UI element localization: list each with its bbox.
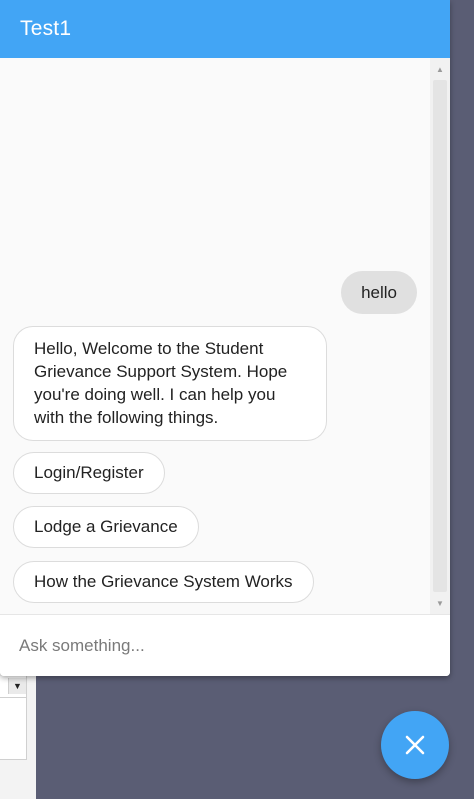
chat-scrollbar[interactable]: ▲ ▼ — [430, 58, 450, 614]
dropdown-arrow-icon[interactable]: ▼ — [8, 678, 26, 694]
close-chat-button[interactable] — [381, 711, 449, 779]
quick-reply-how-system-works[interactable]: How the Grievance System Works — [13, 561, 314, 603]
quick-reply-login-register[interactable]: Login/Register — [13, 452, 165, 494]
chat-input[interactable] — [0, 615, 450, 676]
scroll-down-arrow-icon[interactable]: ▼ — [430, 594, 450, 612]
chat-messages: hello Hello, Welcome to the Student Grie… — [0, 58, 450, 614]
close-icon — [405, 735, 425, 755]
scroll-up-arrow-icon[interactable]: ▲ — [430, 60, 450, 78]
user-message: hello — [341, 271, 417, 314]
chat-header: Test1 — [0, 0, 450, 58]
scrollbar-thumb[interactable] — [433, 80, 447, 592]
quick-reply-lodge-grievance[interactable]: Lodge a Grievance — [13, 506, 199, 548]
chat-title: Test1 — [20, 17, 72, 40]
chat-input-bar — [0, 614, 450, 676]
bot-message: Hello, Welcome to the Student Grievance … — [13, 326, 327, 441]
chat-widget: Test1 hello Hello, Welcome to the Studen… — [0, 0, 450, 676]
background-panel-divider — [0, 697, 27, 698]
